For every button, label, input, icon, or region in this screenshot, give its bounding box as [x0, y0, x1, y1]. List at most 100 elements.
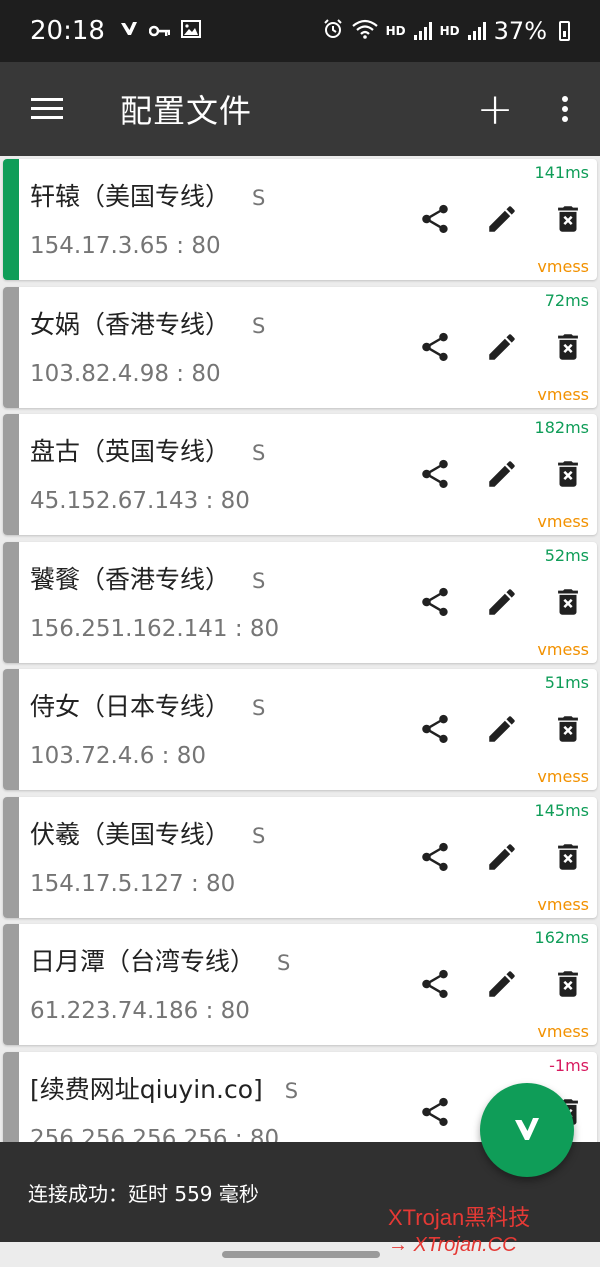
server-name-row: 盘古（英国专线） S	[30, 432, 265, 468]
add-config-button[interactable]: +	[460, 62, 530, 156]
server-protocol: vmess	[537, 639, 589, 659]
server-address: 156.251.162.141 : 80	[30, 615, 280, 642]
server-card[interactable]: 盘古（英国专线） S 45.152.67.143 : 80 182ms vmes…	[3, 414, 597, 535]
delete-button[interactable]	[548, 454, 588, 494]
edit-button[interactable]	[482, 327, 522, 367]
share-button[interactable]	[415, 964, 455, 1004]
server-protocol: vmess	[537, 1022, 589, 1041]
server-protocol: vmess	[537, 512, 589, 531]
edit-icon	[489, 206, 515, 232]
hd-badge-2: HD	[439, 24, 460, 38]
watermark: XTrojan黑科技 → XTrojan.CC	[388, 1200, 530, 1257]
edit-button[interactable]	[482, 837, 522, 877]
battery-icon	[559, 21, 570, 41]
delete-button[interactable]	[548, 964, 588, 1004]
selection-indicator	[3, 669, 19, 790]
edit-button[interactable]	[482, 582, 522, 622]
share-icon	[422, 587, 448, 616]
server-name-row: 侍女（日本专线） S	[30, 687, 265, 723]
edit-icon	[489, 461, 515, 487]
more-vert-icon	[562, 96, 568, 122]
delete-button[interactable]	[548, 199, 588, 239]
delete-button[interactable]	[548, 582, 588, 622]
server-latency: 72ms	[544, 290, 589, 310]
delete-button[interactable]	[548, 837, 588, 877]
share-button[interactable]	[415, 327, 455, 367]
status-bar: 20:18 HD HD 37%	[0, 0, 600, 62]
share-button[interactable]	[415, 837, 455, 877]
server-type: S	[252, 696, 266, 720]
server-name: 盘古（英国专线）	[30, 437, 231, 466]
server-list[interactable]: 轩辕（美国专线） S 154.17.3.65 : 80 141ms vmess …	[0, 156, 600, 1142]
server-type: S	[252, 441, 266, 465]
server-card[interactable]: 轩辕（美国专线） S 154.17.3.65 : 80 141ms vmess	[3, 159, 597, 280]
alarm-icon	[322, 18, 344, 44]
server-protocol: vmess	[537, 384, 589, 404]
server-card[interactable]: 侍女（日本专线） S 103.72.4.6 : 80 51ms vmess	[3, 669, 597, 790]
share-icon	[422, 1097, 448, 1126]
server-card[interactable]: 日月潭（台湾专线） S 61.223.74.186 : 80 162ms vme…	[3, 924, 597, 1045]
edit-button[interactable]	[482, 964, 522, 1004]
delete-button[interactable]	[548, 709, 588, 749]
edit-button[interactable]	[482, 199, 522, 239]
server-name-row: 饕餮（香港专线） S	[30, 560, 265, 596]
server-name-row: 女娲（香港专线） S	[30, 305, 265, 341]
server-address: 45.152.67.143 : 80	[30, 488, 250, 514]
share-button[interactable]	[415, 199, 455, 239]
server-name-row: 轩辕（美国专线） S	[30, 177, 265, 213]
selection-indicator	[3, 414, 19, 535]
server-card[interactable]: 女娲（香港专线） S 103.82.4.98 : 80 72ms vmess	[3, 286, 597, 408]
share-button[interactable]	[415, 454, 455, 494]
delete-button[interactable]	[548, 327, 588, 367]
server-name: 轩辕（美国专线）	[30, 182, 231, 211]
server-card[interactable]: 伏羲（美国专线） S 154.17.5.127 : 80 145ms vmess	[3, 796, 597, 918]
edit-button[interactable]	[482, 709, 522, 749]
share-icon	[422, 332, 448, 361]
watermark-line-1: XTrojan黑科技	[388, 1205, 531, 1230]
app-bar: 配置文件 +	[0, 62, 600, 156]
delete-icon	[558, 588, 578, 615]
delete-icon	[558, 461, 578, 487]
share-icon	[422, 204, 448, 234]
delete-icon	[558, 333, 578, 360]
selection-indicator	[3, 159, 19, 280]
server-name: 侍女（日本专线）	[30, 692, 231, 721]
page-title: 配置文件	[120, 92, 253, 130]
delete-icon	[558, 971, 578, 997]
app-bar-actions: +	[460, 62, 600, 156]
server-card[interactable]: 饕餮（香港专线） S 156.251.162.141 : 80 52ms vme…	[3, 541, 597, 663]
status-right: HD HD 37%	[322, 17, 570, 45]
snackbar-message: 连接成功：延时 559 毫秒	[28, 1181, 259, 1206]
share-button[interactable]	[415, 582, 455, 622]
server-name-row: 伏羲（美国专线） S	[30, 815, 265, 851]
key-icon	[148, 19, 171, 43]
more-options-button[interactable]	[530, 62, 600, 156]
server-name: 伏羲（美国专线）	[30, 819, 231, 849]
hamburger-icon	[31, 98, 63, 120]
battery-percent: 37%	[493, 17, 547, 45]
connect-fab[interactable]	[480, 1083, 574, 1177]
server-name: 女娲（香港专线）	[30, 309, 231, 339]
edit-button[interactable]	[482, 454, 522, 494]
share-button[interactable]	[415, 1092, 455, 1132]
server-protocol: vmess	[537, 767, 589, 786]
delete-icon	[558, 716, 578, 742]
server-protocol: vmess	[537, 257, 589, 276]
share-button[interactable]	[415, 709, 455, 749]
server-name: [续费网址qiuyin.co]	[30, 1074, 263, 1104]
server-address: 256.256.256.256 : 80	[30, 1125, 280, 1143]
share-icon	[422, 842, 448, 871]
server-latency: 141ms	[534, 163, 589, 182]
v2ray-logo-icon	[515, 1118, 539, 1140]
edit-icon	[489, 971, 515, 997]
menu-button[interactable]	[0, 62, 94, 156]
delete-icon	[558, 206, 578, 232]
watermark-line-2: → XTrojan.CC	[388, 1234, 517, 1256]
server-latency: 51ms	[544, 673, 589, 692]
image-icon	[180, 19, 201, 43]
status-time: 20:18	[30, 16, 105, 46]
edit-icon	[489, 588, 515, 615]
selection-indicator	[3, 796, 19, 918]
home-handle[interactable]	[222, 1251, 380, 1258]
server-latency: 145ms	[534, 800, 589, 820]
